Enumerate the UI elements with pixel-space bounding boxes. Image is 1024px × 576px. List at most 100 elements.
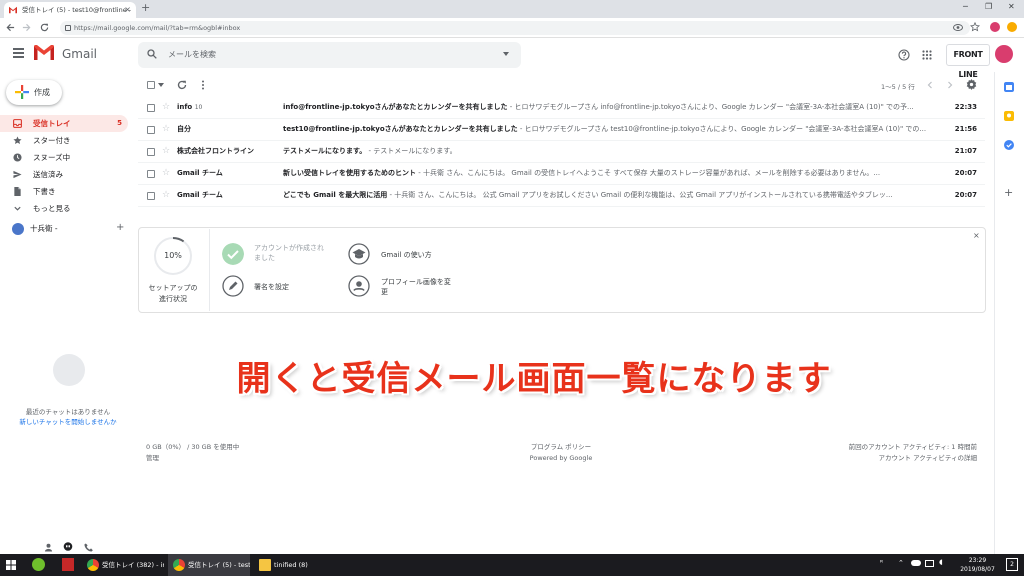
search-input[interactable]: メールを検索 [168,42,216,68]
main-menu-icon[interactable] [13,48,24,58]
sidebar-item-label: もっと見る [33,204,71,213]
maximize-icon[interactable]: ❐ [985,2,992,11]
taskbar-clock[interactable]: 23:29 2019/08/07 [955,556,1000,574]
more-vert-icon[interactable] [201,80,205,90]
help-icon[interactable] [898,49,910,61]
manage-storage-link[interactable]: 管理 [146,453,159,464]
forward-arrow-icon[interactable] [22,23,31,32]
chevron-up-icon[interactable]: ⌃ [898,559,904,567]
address-bar[interactable]: https://mail.google.com/mail/?tab=rm&ogb… [60,21,970,35]
pencil-icon[interactable] [222,275,244,297]
new-tab-button[interactable]: + [141,1,150,14]
mail-time: 22:33 [954,103,977,111]
bookmark-star-icon[interactable] [970,22,980,32]
volume-icon[interactable]: ◖ [939,558,943,566]
back-arrow-icon[interactable] [6,23,15,32]
task-set-signature[interactable]: 署名を設定 [254,282,289,292]
program-policy-link[interactable]: プログラム ポリシー [480,442,642,453]
compose-plus-icon [15,85,29,99]
mail-star-icon[interactable]: ☆ [162,141,170,162]
calendar-icon[interactable] [1004,82,1014,92]
sidebar-item-more[interactable]: もっと見る [0,200,128,217]
taskbar-item-chrome-1[interactable]: 受信トレイ (382) - in... [82,554,164,576]
mail-row[interactable]: ☆ 株式会社フロントライン テストメールになります。 - テストメールになります… [138,141,985,163]
sidebar-item-starred[interactable]: スター付き [0,132,128,149]
reload-icon[interactable] [40,23,49,32]
window-close-icon[interactable]: ✕ [1008,2,1015,11]
select-dropdown-icon[interactable] [158,83,164,87]
taskbar-item-folder[interactable]: tinified (8) [254,554,336,576]
browser-profile-avatar[interactable] [990,22,1000,32]
mail-select-checkbox[interactable] [147,170,155,178]
mail-snippet: - 十兵衛 さん、こんにちは。 公式 Gmail アプリをお試しください Gma… [387,191,893,199]
acrobat-icon[interactable] [62,558,74,571]
account-avatar[interactable] [995,45,1013,63]
hangouts-user-avatar[interactable] [12,223,24,235]
get-addons-plus-icon[interactable]: + [1004,186,1013,199]
select-all-checkbox[interactable] [147,81,155,89]
task-change-profile-photo[interactable]: プロフィール画像を変更 [381,277,451,297]
screen: 受信トレイ (5) - test10@frontline - × + ─ ❐ ✕… [0,0,1024,576]
newer-chevron-left-icon[interactable] [926,81,934,89]
mail-snippet: - 十兵衛 さん、こんにちは。 Gmail の受信トレイへようこそ すべて保存 … [416,169,881,177]
hangouts-chat-icon[interactable] [63,542,73,552]
eye-icon[interactable] [953,23,963,32]
setup-progress-label: セットアップの 進行状況 [148,284,198,303]
sidebar-item-sent[interactable]: 送信済み [0,166,128,183]
search-options-icon[interactable] [503,52,509,56]
mail-select-checkbox[interactable] [147,126,155,134]
mail-star-icon[interactable]: ☆ [162,119,170,140]
gmail-logo-icon[interactable] [34,45,54,60]
inbox-unread-count: 5 [117,119,122,127]
graduation-cap-icon[interactable] [348,243,370,265]
mail-select-checkbox[interactable] [147,192,155,200]
search-bar[interactable]: メールを検索 [138,42,521,68]
mail-star-icon[interactable]: ☆ [162,163,170,184]
compose-button[interactable]: 作成 [6,80,62,105]
hangouts-user-name[interactable]: 十兵衛 - [30,223,58,234]
apps-grid-icon[interactable] [922,50,932,60]
refresh-icon[interactable] [177,80,187,90]
activity-details-link[interactable]: アカウント アクティビティの詳細 [800,453,977,464]
mail-row[interactable]: ☆ 自分 test10@frontline-jp.tokyoさんがあなたとカレン… [138,119,985,141]
sidebar-item-snoozed[interactable]: スヌーズ中 [0,149,128,166]
task-how-to-use-gmail[interactable]: Gmail の使い方 [381,250,432,260]
app-pinned-green-icon[interactable] [32,558,45,571]
update-icon[interactable] [1007,22,1017,32]
older-chevron-right-icon[interactable] [946,81,954,89]
start-new-chat-link[interactable]: 新しいチャットを開始しませんか [0,416,136,426]
pagination-text: 1～5 / 5 行 [881,83,915,91]
card-divider [209,229,210,311]
onedrive-cloud-icon[interactable] [911,560,921,566]
mail-row[interactable]: ☆ Gmail チーム 新しい受信トレイを使用するためのヒント - 十兵衛 さん… [138,163,985,185]
folder-icon [259,559,271,571]
sidebar-item-drafts[interactable]: 下書き [0,183,128,200]
mail-row[interactable]: ☆ info 10 info@frontline-jp.tokyoさんがあなたと… [138,97,985,119]
sidebar-item-inbox[interactable]: 受信トレイ 5 [0,115,128,132]
settings-gear-icon[interactable] [966,79,977,90]
phone-icon[interactable] [84,543,93,552]
browser-tab-gmail[interactable]: 受信トレイ (5) - test10@frontline - × [4,2,136,18]
mail-star-icon[interactable]: ☆ [162,97,170,118]
tab-close-icon[interactable]: × [124,2,131,18]
mail-row[interactable]: ☆ Gmail チーム どこでも Gmail を最大限に活用 - 十兵衛 さん、… [138,185,985,207]
sidebar-item-label: スター付き [33,136,71,145]
tasks-icon[interactable] [1004,140,1014,150]
account-circle-icon[interactable] [348,275,370,297]
contacts-person-icon[interactable] [44,543,53,552]
mail-select-checkbox[interactable] [147,104,155,112]
notification-center-icon[interactable]: 2 [1006,558,1018,571]
keep-icon[interactable] [1004,111,1014,121]
close-setup-card-icon[interactable]: × [973,231,980,240]
minimize-icon[interactable]: ─ [963,2,968,11]
taskbar-item-chrome-2[interactable]: 受信トレイ (5) - test1... [168,554,250,576]
network-icon[interactable] [925,560,934,567]
mail-star-icon[interactable]: ☆ [162,185,170,206]
organization-logo[interactable]: FRONT LINE [946,44,990,79]
add-hangout-icon[interactable]: + [116,222,124,233]
search-icon[interactable] [147,49,157,59]
windows-start-icon[interactable] [6,560,16,570]
person-icon[interactable]: ᴿ [880,559,883,567]
task-account-created: アカウントが作成され ました [254,244,324,262]
mail-select-checkbox[interactable] [147,148,155,156]
